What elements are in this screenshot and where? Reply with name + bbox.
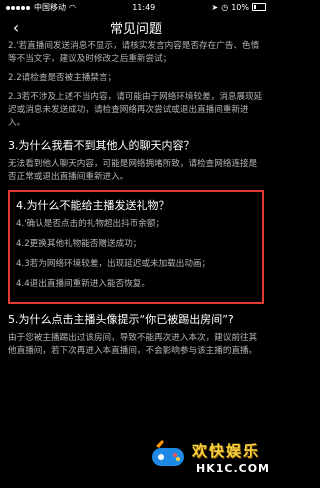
gamepad-icon (152, 440, 184, 466)
battery-label: 10% (231, 2, 249, 12)
faq-heading: 5.为什么点击主播头像提示“你已被踢出房间”? (8, 313, 234, 326)
faq-item: 4.3若为网络环境较差，出现延迟或未加载出动画； (16, 259, 211, 269)
alarm-icon: ◷ (221, 2, 229, 12)
faq-item: 4.'确认是否点击的礼物超出抖币余额； (16, 219, 165, 229)
wifi-icon: ◠ (69, 2, 76, 12)
navigation-bar: ‹ 常见问题 (0, 14, 272, 40)
back-arrow-icon[interactable]: ‹ (6, 17, 26, 37)
watermark-brand: 欢快娱乐 (192, 442, 261, 460)
carrier-label: 中国移动 (34, 2, 66, 12)
faq-answer: 无法看到他人聊天内容，可能是网络拥堵所致，请检查网络连接是否正常或退出直播间重新… (8, 159, 258, 182)
faq-answer: 由于您被主播踢出过该房间，导致不能再次进入本次，建议前往其他直播间，若下次再进入… (8, 333, 258, 356)
highlighted-faq-box: 4.为什么不能给主播发送礼物？ 4.'确认是否点击的礼物超出抖币余额； 4.2更… (8, 190, 264, 304)
faq-item: 2.'若直播间发送消息不显示，请核实发言内容是否存在广告、色情等不当文字，建议及… (8, 41, 260, 64)
watermark-site: HK1C.COM (196, 462, 271, 475)
battery-icon (251, 3, 266, 11)
signal-icon (6, 3, 31, 12)
faq-heading: 3.为什么我看不到其他人的聊天内容？ (8, 139, 195, 152)
faq-heading: 4.为什么不能给主播发送礼物？ (16, 199, 170, 212)
faq-content: 2.'若直播间发送消息不显示，请核实发言内容是否存在广告、色情等不当文字，建议及… (0, 40, 272, 358)
location-icon: ➤ (211, 2, 219, 12)
status-bar: 中国移动 ◠ 11:49 ➤ ◷ 10% (0, 0, 272, 14)
time-label: 11:49 (132, 2, 156, 12)
watermark-logo: 欢快娱乐 HK1C.COM (148, 430, 271, 486)
page-title: 常见问题 (109, 21, 162, 37)
faq-item: 2.3若不涉及上述不当内容，请可能由于网络环境较差，消息展现延迟或消息未发送成功… (8, 92, 263, 128)
faq-item: 4.4退出直播间重新进入能否恢复。 (16, 279, 150, 289)
faq-item: 4.2更换其他礼物能否赠送成功； (16, 239, 142, 249)
faq-item: 2.2请检查是否被主播禁言； (8, 73, 117, 83)
